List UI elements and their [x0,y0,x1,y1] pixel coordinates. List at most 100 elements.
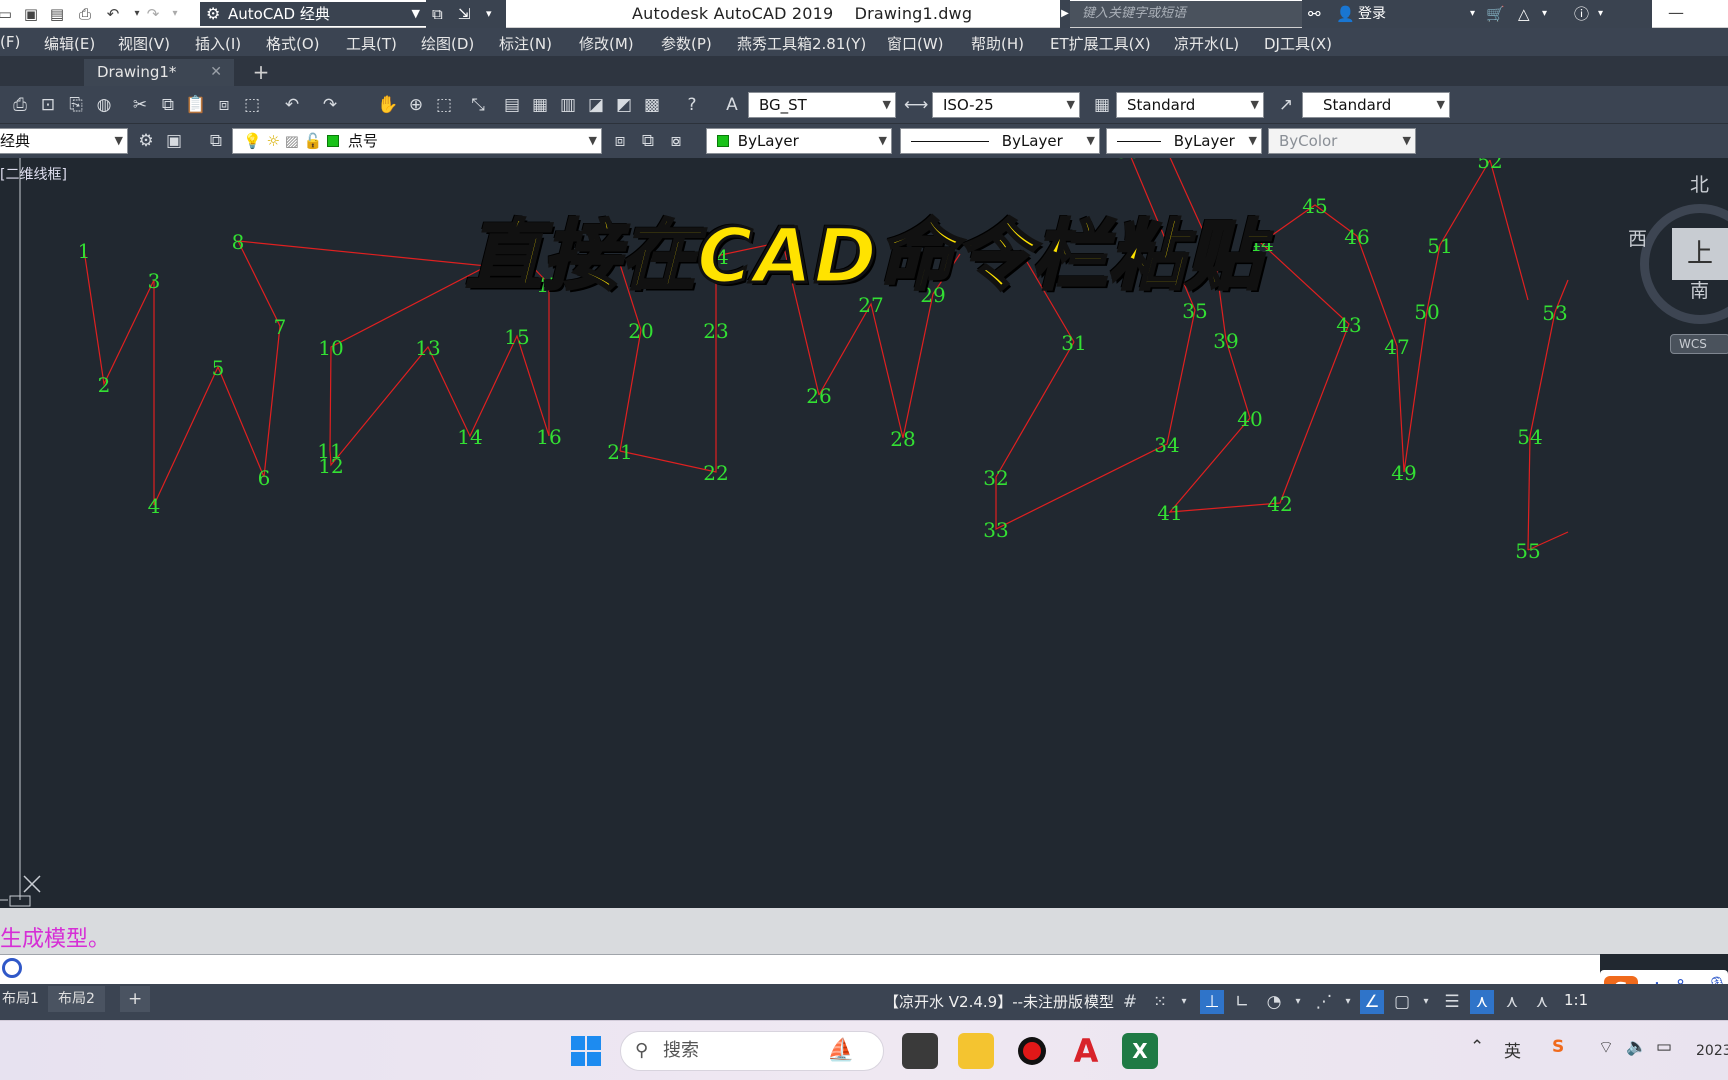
auto-scale-icon[interactable]: ⋏ [1500,990,1524,1014]
workspace-short-combo[interactable]: 经典 ▼ [0,128,128,154]
point-label[interactable]: 51 [1427,234,1452,258]
object-snap-dropdown-icon[interactable]: ▾ [1414,990,1438,1014]
chevron-right-icon[interactable]: ▶ [1060,0,1070,28]
menu-et-tools[interactable]: ET扩展工具(X) [1050,33,1151,54]
table-style-icon[interactable]: ▦ [1090,93,1114,117]
redo-dropdown-icon[interactable]: ▾ [164,3,186,25]
menu-dimension[interactable]: 标注(N) [499,33,552,54]
cart-icon[interactable]: 🛒 [1486,0,1505,28]
tool-palettes-icon[interactable]: ▥ [556,93,580,117]
help-toolbar-icon[interactable]: ? [680,93,704,117]
autocad-taskbar-icon[interactable]: A [1068,1033,1104,1069]
polar-icon[interactable]: ◔ [1262,990,1286,1014]
point-label[interactable]: 6 [258,466,271,490]
tab-layout2[interactable]: 布局2 [48,986,105,1012]
tab-layout1[interactable]: 布局1 [0,986,49,1012]
match-properties-icon[interactable]: ⧈ [212,93,236,117]
point-label[interactable]: 20 [628,319,653,343]
point-label[interactable]: 40 [1237,407,1262,431]
menu-insert[interactable]: 插入(I) [195,33,241,54]
dynamic-input-icon[interactable]: ⊥ [1200,990,1224,1014]
point-label[interactable]: 26 [806,384,831,408]
redo-toolbar-icon[interactable]: ↷ [318,93,342,117]
point-label[interactable]: 7 [274,315,287,339]
taskbar-search[interactable]: ⚲ 搜索 ⛵ [620,1031,884,1071]
menu-format[interactable]: 格式(O) [266,33,320,54]
point-label[interactable]: 4 [148,494,161,518]
drawing-canvas[interactable]: [二维线框] 1 2 3 4 5 6 7 8 9 10 11 12 13 14 15 16 17 20 21 22 23… [0,158,1728,908]
point-label[interactable]: 21 [607,440,632,464]
paste-icon[interactable]: 📋 [184,93,208,117]
print-icon[interactable]: ⎙ [74,3,96,25]
point-label[interactable]: 12 [318,454,343,478]
customize-dropdown-icon[interactable]: ▾ [486,0,492,28]
text-style-combo[interactable]: BG_ST ▼ [748,92,896,118]
minimize-icon[interactable]: — [1656,0,1696,28]
record-app-icon[interactable] [1014,1033,1050,1069]
grid-icon[interactable]: # [1118,990,1142,1014]
layer-previous-icon[interactable]: ⧉ [636,129,660,153]
close-icon[interactable]: ✕ [210,59,222,86]
point-label[interactable]: 50 [1414,300,1439,324]
clock-year[interactable]: 2023 [1696,1043,1728,1059]
snap-icon[interactable]: ⁙ [1148,990,1172,1014]
workspace-combo[interactable]: ⚙ AutoCAD 经典 ▼ [200,2,426,26]
copy-icon[interactable]: ⧉ [156,93,180,117]
point-label[interactable]: 33 [983,518,1008,542]
calculator-icon[interactable]: ▩ [640,93,664,117]
text-style-icon[interactable]: A [720,93,744,117]
menu-window[interactable]: 窗口(W) [887,33,944,54]
windows-start-icon[interactable] [568,1033,604,1069]
a360-dropdown-icon[interactable]: ▾ [1542,0,1547,28]
point-label[interactable]: 55 [1515,539,1540,563]
point-label[interactable]: 46 [1344,225,1369,249]
pan-icon[interactable]: ✋ [376,93,400,117]
viewcube-top-face[interactable]: 上 [1672,228,1728,280]
point-label[interactable]: 1 [78,239,91,263]
point-label[interactable]: 32 [983,466,1008,490]
point-label[interactable]: 43 [1336,313,1361,337]
export-icon[interactable]: ⇲ [458,0,471,28]
menu-view[interactable]: 视图(V) [118,33,170,54]
add-layout-plus-icon[interactable]: + [120,986,151,1012]
point-label[interactable]: 31 [1061,331,1086,355]
polyline-segment[interactable] [1489,159,1529,301]
properties-icon[interactable]: ▤ [500,93,524,117]
markup-icon[interactable]: ◩ [612,93,636,117]
point-label[interactable]: 47 [1384,335,1409,359]
point-label[interactable]: 42 [1267,492,1292,516]
point-label[interactable]: 28 [890,427,915,451]
zoom-previous-icon[interactable]: ⤡ [466,93,490,117]
help-icon[interactable]: ⓘ [1574,0,1589,28]
login-link[interactable]: 登录 [1358,0,1386,28]
plot-preview-icon[interactable]: ⊡ [36,93,60,117]
point-label[interactable]: 16 [536,425,561,449]
object-snap-tracking-icon[interactable]: ∠ [1360,990,1384,1014]
point-label[interactable]: 54 [1517,425,1542,449]
redo-icon[interactable]: ↷ [142,3,164,25]
point-label[interactable]: 3 [148,269,161,293]
excel-taskbar-icon[interactable]: X [1122,1033,1158,1069]
annotation-visibility-icon[interactable]: ⋏ [1470,990,1494,1014]
menu-modify[interactable]: 修改(M) [579,33,634,54]
ortho-icon[interactable]: ∟ [1230,990,1254,1014]
block-editor-icon[interactable]: ⬚ [240,93,264,117]
point-label[interactable]: 39 [1213,329,1238,353]
zoom-window-icon[interactable]: ⬚ [432,93,456,117]
save-icon[interactable]: ▣ [20,3,42,25]
save-as-icon[interactable]: ▤ [46,3,68,25]
point-label[interactable]: 45 [1302,194,1327,218]
compass-north[interactable]: 北 [1690,170,1709,197]
lineweight-toggle-icon[interactable]: ☰ [1440,990,1464,1014]
menu-tools[interactable]: 工具(T) [346,33,397,54]
point-label[interactable]: 13 [415,336,440,360]
layer-properties-icon[interactable]: ⧉ [204,129,228,153]
object-snap-icon[interactable]: ▢ [1390,990,1414,1014]
a360-icon[interactable]: △ [1518,0,1530,28]
polar-dropdown-icon[interactable]: ▾ [1286,990,1310,1014]
linetype-combo[interactable]: ByLayer ▼ [900,128,1100,154]
chevron-up-icon[interactable]: ⌃ [1470,1037,1484,1057]
login-dropdown-icon[interactable]: ▾ [1470,0,1475,28]
point-label[interactable]: 34 [1154,433,1179,457]
point-label[interactable]: 8 [232,230,245,254]
